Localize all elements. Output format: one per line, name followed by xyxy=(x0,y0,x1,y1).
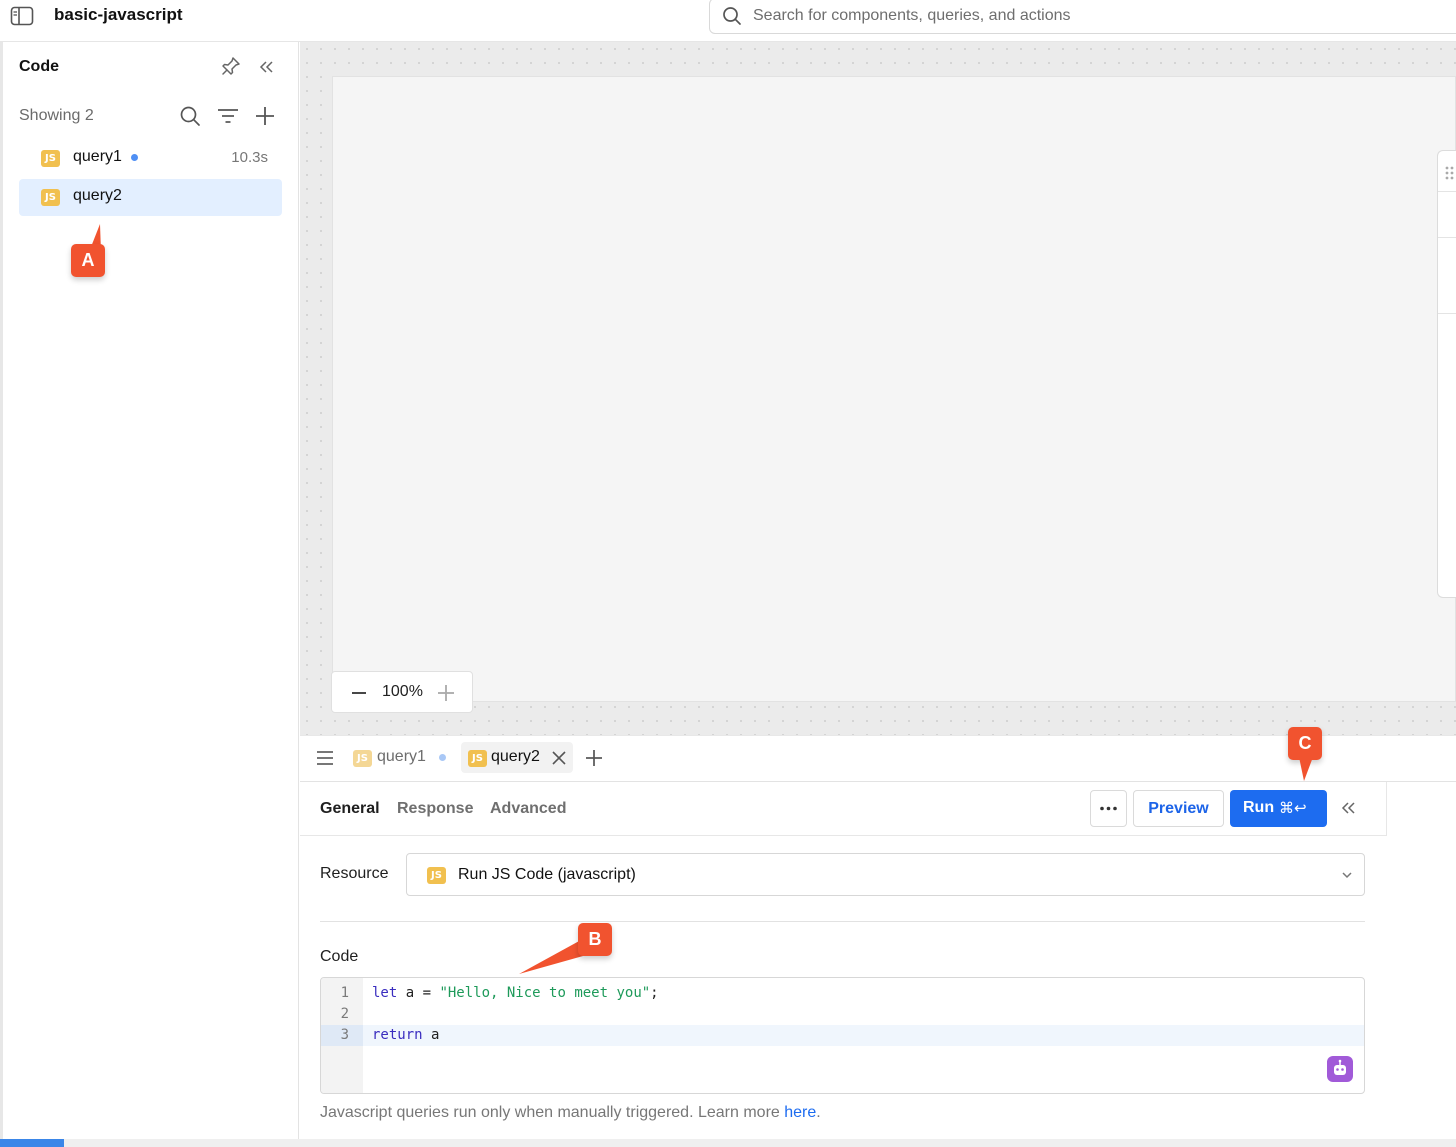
search-input[interactable] xyxy=(753,4,1433,28)
footnote: Javascript queries run only when manuall… xyxy=(320,1104,821,1122)
marker-c-pointer xyxy=(1299,757,1313,781)
resource-select[interactable]: JS Run JS Code (javascript) xyxy=(406,853,1365,896)
run-label: Run xyxy=(1243,799,1275,816)
app-canvas[interactable] xyxy=(300,42,1456,735)
bottom-status-strip xyxy=(0,1139,1456,1147)
zoom-out-icon[interactable] xyxy=(350,684,368,702)
code-editor[interactable]: 1 2 3 let a = "Hello, Nice to meet you";… xyxy=(320,977,1365,1094)
collapse-left-icon[interactable] xyxy=(256,56,278,78)
panel-divider xyxy=(1438,191,1456,192)
active-line-highlight xyxy=(363,1025,1364,1046)
marker-b-pointer xyxy=(519,940,583,974)
marker-a: A xyxy=(71,244,105,277)
js-badge-icon: JS xyxy=(353,750,372,767)
top-bar: basic-javascript xyxy=(0,0,1456,42)
canvas-frame[interactable] xyxy=(332,76,1456,702)
close-icon[interactable] xyxy=(552,751,566,770)
global-search[interactable] xyxy=(709,0,1456,34)
preview-button[interactable]: Preview xyxy=(1133,790,1224,827)
app-title[interactable]: basic-javascript xyxy=(54,5,183,25)
pin-icon[interactable] xyxy=(220,55,242,77)
zoom-in-icon[interactable] xyxy=(437,684,455,702)
query-runtime: 10.3s xyxy=(231,149,268,166)
sidebar-toggle-icon[interactable] xyxy=(10,6,34,26)
inspector-edge-panel[interactable] xyxy=(1437,150,1456,598)
chevron-down-icon xyxy=(1340,868,1354,882)
tab-label: query2 xyxy=(491,748,540,765)
run-button[interactable]: Run ⌘↩ xyxy=(1230,790,1327,827)
run-shortcut: ⌘↩ xyxy=(1279,799,1307,817)
marker-c: C xyxy=(1288,727,1322,760)
unsaved-dot xyxy=(439,754,446,761)
search-icon[interactable] xyxy=(179,105,201,127)
query-list-item-query1[interactable]: JS query1 10.3s xyxy=(19,140,282,177)
code-line[interactable]: let a = "Hello, Nice to meet you"; xyxy=(372,985,659,1001)
js-badge-icon: JS xyxy=(468,750,487,767)
code-label: Code xyxy=(320,948,359,965)
query-name: query2 xyxy=(73,187,122,204)
status-dot xyxy=(131,154,138,161)
filter-icon[interactable] xyxy=(217,105,239,127)
line-number: 3 xyxy=(340,1027,349,1043)
footnote-text: Javascript queries run only when manuall… xyxy=(320,1104,780,1121)
marker-b: B xyxy=(578,923,612,956)
add-tab-icon[interactable] xyxy=(585,749,603,767)
query-tab-bar: JS query1 JS query2 xyxy=(300,735,1456,782)
query-subtabs: General Response Advanced Preview Run ⌘↩ xyxy=(300,782,1387,836)
js-badge-icon: JS xyxy=(41,150,60,167)
search-icon xyxy=(722,6,742,26)
zoom-control: 100% xyxy=(331,671,473,713)
resource-label: Resource xyxy=(320,865,389,882)
tab-advanced[interactable]: Advanced xyxy=(490,800,566,818)
footnote-end: . xyxy=(816,1104,821,1121)
zoom-level: 100% xyxy=(382,683,423,700)
collapse-left-icon[interactable] xyxy=(1340,799,1358,817)
panel-divider xyxy=(1438,237,1456,238)
more-icon xyxy=(1100,806,1117,811)
js-badge-icon: JS xyxy=(427,867,446,884)
js-badge-icon: JS xyxy=(41,189,60,206)
code-panel-title: Code xyxy=(19,58,59,75)
line-number: 1 xyxy=(340,985,349,1001)
add-query-icon[interactable] xyxy=(254,105,276,127)
learn-more-link[interactable]: here xyxy=(784,1104,816,1121)
tab-query1[interactable]: JS query1 xyxy=(346,742,454,773)
query-editor: JS query1 JS query2 General Response Adv… xyxy=(300,735,1456,1139)
ai-assistant-icon[interactable] xyxy=(1327,1056,1353,1082)
drag-handle-icon[interactable] xyxy=(1444,165,1454,181)
line-number: 2 xyxy=(340,1006,349,1022)
query-list-item-query2[interactable]: JS query2 xyxy=(19,179,282,216)
tab-query2[interactable]: JS query2 xyxy=(461,742,573,773)
tab-general[interactable]: General xyxy=(320,800,380,818)
tab-response[interactable]: Response xyxy=(397,800,473,818)
showing-count: Showing 2 xyxy=(19,107,94,124)
menu-icon[interactable] xyxy=(316,750,334,766)
resource-value: Run JS Code (javascript) xyxy=(458,866,636,883)
code-panel: Code Showing 2 JS query1 10.3s JS query2 xyxy=(0,42,299,1139)
tab-label: query1 xyxy=(377,748,426,765)
status-indicator xyxy=(0,1139,64,1147)
query-name: query1 xyxy=(73,148,122,165)
panel-divider xyxy=(1438,313,1456,314)
code-line[interactable]: return a xyxy=(372,1027,439,1043)
section-divider xyxy=(320,921,1365,922)
more-options-button[interactable] xyxy=(1090,790,1127,827)
